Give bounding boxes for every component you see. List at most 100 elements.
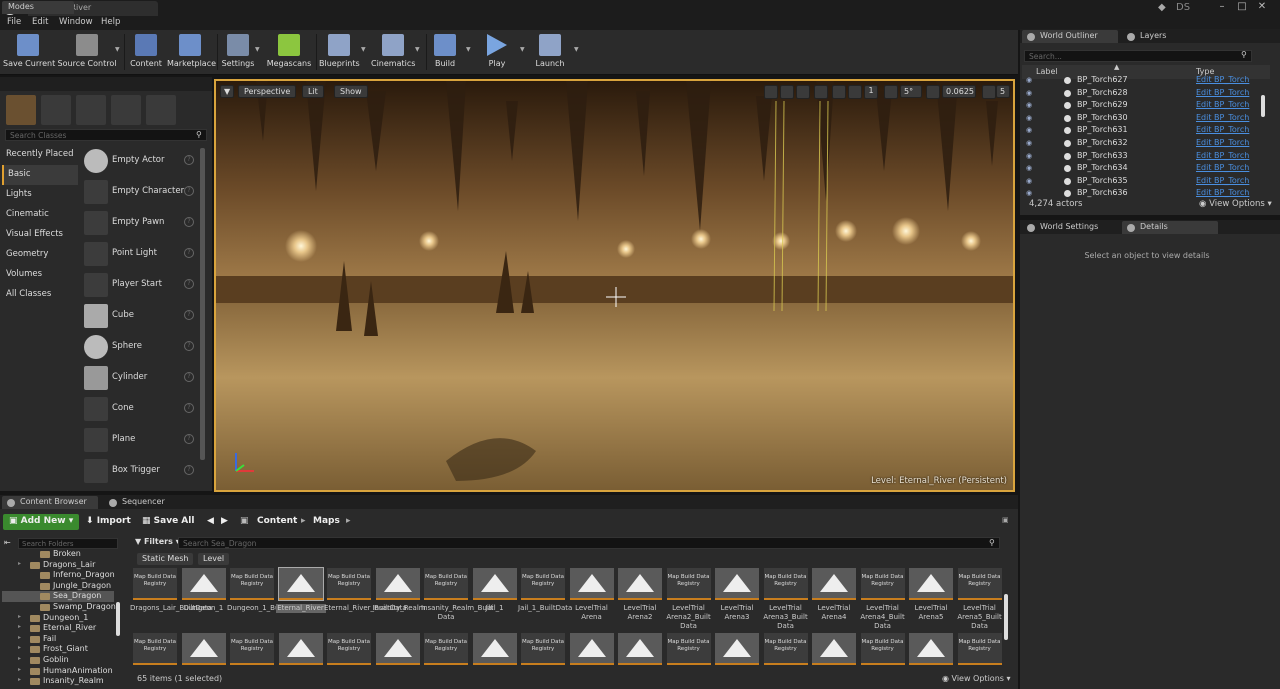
tree-expand-icon[interactable]: ▸ — [18, 560, 21, 567]
category-cinematic[interactable]: Cinematic — [2, 205, 78, 225]
help-icon[interactable]: ? — [184, 465, 194, 475]
help-icon[interactable]: ? — [184, 403, 194, 413]
actor-type-link[interactable]: Edit BP_Torch — [1196, 163, 1249, 172]
asset-tile[interactable] — [278, 633, 323, 667]
category-geometry[interactable]: Geometry — [2, 245, 78, 265]
category-basic[interactable]: Basic — [2, 165, 78, 185]
grid-snap-icon[interactable] — [848, 85, 862, 99]
tree-expand-icon[interactable]: ▸ — [18, 644, 21, 651]
asset-tile[interactable]: Jail_1 — [472, 568, 517, 628]
outliner-scrollbar[interactable] — [1261, 95, 1265, 117]
folder-tree-item[interactable]: ▸ Goblin — [2, 655, 114, 666]
asset-tile[interactable] — [715, 633, 759, 667]
marketplace-button[interactable]: Marketplace — [167, 30, 216, 74]
tree-expand-icon[interactable]: ▸ — [18, 623, 21, 630]
help-icon[interactable]: ? — [184, 372, 194, 382]
blueprints-dropdown-icon[interactable]: ▼ — [361, 46, 367, 53]
tab-layers[interactable]: Layers — [1122, 30, 1218, 43]
class-cube[interactable]: Cube? — [82, 302, 198, 331]
build-button[interactable]: Build — [430, 30, 460, 74]
search-classes-input[interactable]: Search Classes — [5, 129, 207, 141]
asset-tile[interactable]: Map Build Data Registry — [957, 633, 1002, 667]
help-icon[interactable]: ? — [184, 217, 194, 227]
outliner-row[interactable]: ◉ BP_Torch628 Edit BP_Torch — [1022, 87, 1270, 100]
class-cone[interactable]: Cone? — [82, 395, 198, 424]
visibility-eye-icon[interactable]: ◉ — [1026, 126, 1035, 134]
visibility-eye-icon[interactable]: ◉ — [1026, 114, 1035, 122]
actor-type-link[interactable]: Edit BP_Torch — [1196, 188, 1249, 197]
outliner-row[interactable]: ◉ BP_Torch635 Edit BP_Torch — [1022, 175, 1270, 188]
menu-window[interactable]: Window — [59, 17, 93, 27]
filters-button[interactable]: ▼ Filters ▾ — [135, 537, 180, 546]
menu-help[interactable]: Help — [101, 17, 120, 27]
folder-tree-item[interactable]: ▸ Fail — [2, 634, 114, 645]
asset-tile[interactable]: Map Build Data Registry LevelTrial Arena4… — [860, 568, 905, 630]
asset-tile[interactable]: Map Build Data Registry Insanity_Realm_Bu… — [421, 568, 494, 628]
maximize-icon[interactable]: □ — [1236, 1, 1248, 13]
category-lights[interactable]: Lights — [2, 185, 78, 205]
class-empty-pawn[interactable]: Empty Pawn? — [82, 209, 198, 238]
asset-grid-scrollbar[interactable] — [1004, 594, 1008, 640]
blueprints-button[interactable]: Blueprints — [319, 30, 360, 74]
world-local-icon[interactable] — [814, 85, 828, 99]
notification-icon[interactable]: ◆ — [1158, 2, 1166, 13]
asset-tile[interactable]: Map Build Data Registry Dragons_Lair_Buil… — [130, 568, 212, 628]
actor-type-link[interactable]: Edit BP_Torch — [1196, 75, 1249, 84]
asset-tile[interactable]: Map Build Data Registry Dungeon_1_BuiltDa… — [227, 568, 303, 628]
class-empty-actor[interactable]: Empty Actor? — [82, 147, 198, 176]
launch-button[interactable]: Launch — [530, 30, 570, 74]
asset-tile[interactable]: LevelTrial Arena2 — [618, 568, 662, 628]
breadcrumb-maps[interactable]: Maps — [309, 514, 344, 530]
class-box-trigger[interactable]: Box Trigger? — [82, 457, 198, 486]
help-icon[interactable]: ? — [184, 310, 194, 320]
asset-tile[interactable]: LevelTrial Arena5 — [909, 568, 953, 628]
tab-world-settings[interactable]: World Settings — [1022, 221, 1118, 234]
tab-content-browser[interactable]: Content Browser — [2, 496, 98, 509]
user-badge[interactable]: DS — [1176, 2, 1190, 13]
asset-tile[interactable]: Map Build Data Registry — [230, 633, 274, 667]
tree-expand-icon[interactable]: ▸ — [18, 655, 21, 662]
lock-icon[interactable]: ▣ — [998, 514, 1013, 530]
folder-search-input[interactable]: Search Folders — [18, 538, 118, 549]
menu-file[interactable]: File — [7, 17, 21, 27]
rotation-snap-icon[interactable] — [884, 85, 898, 99]
category-recently-placed[interactable]: Recently Placed — [2, 145, 78, 165]
content-button[interactable]: Content — [128, 30, 164, 74]
asset-search-input[interactable]: Search Sea_Dragon — [178, 537, 1000, 549]
filter-chip-static-mesh[interactable]: Static Mesh — [137, 553, 194, 565]
collapse-sources-icon[interactable]: ⇤ — [4, 538, 11, 547]
visibility-eye-icon[interactable]: ◉ — [1026, 152, 1035, 160]
tab-world-outliner[interactable]: World Outliner — [1022, 30, 1118, 43]
outliner-row[interactable]: ◉ BP_Torch633 Edit BP_Torch — [1022, 150, 1270, 163]
megascans-button[interactable]: Megascans — [265, 30, 313, 74]
asset-tile[interactable] — [909, 633, 953, 667]
folder-tree-item[interactable]: ▸ Frost_Giant — [2, 644, 114, 655]
category-all-classes[interactable]: All Classes — [2, 285, 78, 305]
asset-tile[interactable]: Map Build Data Registry — [424, 633, 468, 667]
paint-mode-icon[interactable] — [41, 95, 71, 125]
asset-tile[interactable]: Map Build Data Registry Jail_1_BuiltData — [518, 568, 572, 628]
import-button[interactable]: ⬇ Import — [82, 514, 135, 530]
tab-details[interactable]: Details — [1122, 221, 1218, 234]
source-control-button[interactable]: Source Control — [57, 30, 117, 74]
help-icon[interactable]: ? — [184, 186, 194, 196]
class-cylinder[interactable]: Cylinder? — [82, 364, 198, 393]
folder-tree-item[interactable]: Swamp_Dragon — [2, 602, 116, 613]
folder-tree-scrollbar[interactable] — [116, 602, 120, 636]
help-icon[interactable]: ? — [184, 155, 194, 165]
asset-tile[interactable]: Map Build Data Registry — [763, 633, 808, 667]
tab-modes[interactable]: Modes — [2, 1, 74, 14]
folder-tree-item[interactable]: ▸ Eternal_River — [2, 623, 114, 634]
help-icon[interactable]: ? — [184, 434, 194, 444]
help-icon[interactable]: ? — [184, 279, 194, 289]
asset-tile[interactable]: Map Build Data Registry LevelTrial Arena3… — [763, 568, 808, 630]
perspective-button[interactable]: Perspective — [238, 85, 297, 98]
folder-tree-item[interactable]: ▸ Dungeon_1 — [2, 613, 114, 624]
level-viewport[interactable]: ▼ Perspective Lit Show 1 5° 0.0625 5 Lev… — [214, 79, 1015, 492]
asset-tile[interactable]: Eternal_River — [275, 567, 326, 628]
scale-snap-value[interactable]: 0.0625 — [942, 85, 976, 98]
rotation-snap-value[interactable]: 5° — [900, 85, 922, 98]
surface-snap-icon[interactable] — [832, 85, 846, 99]
outliner-row[interactable]: ◉ BP_Torch627 Edit BP_Torch — [1022, 74, 1270, 87]
place-mode-icon[interactable] — [6, 95, 36, 125]
